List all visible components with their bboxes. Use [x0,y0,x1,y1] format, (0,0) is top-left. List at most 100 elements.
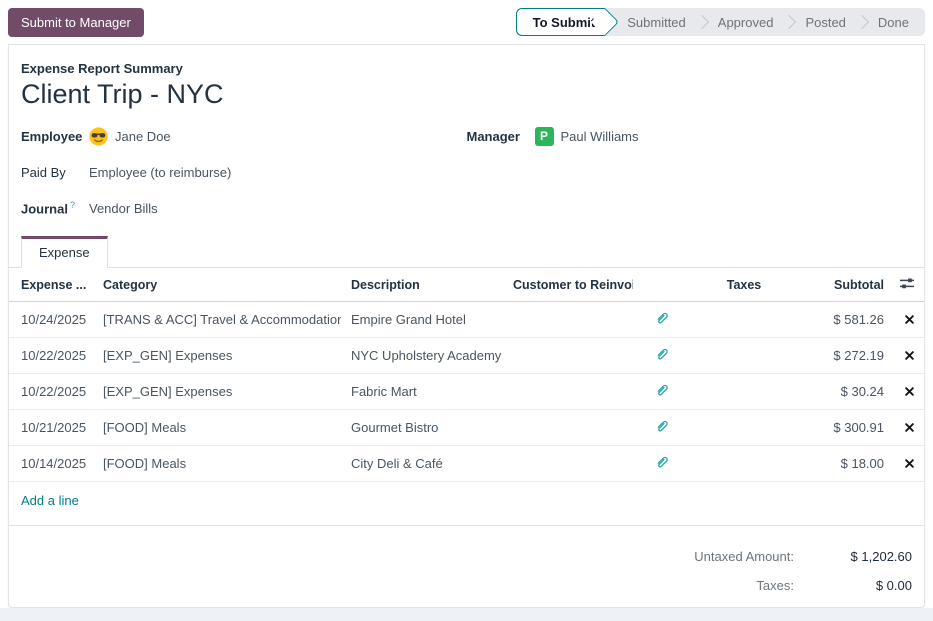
cell-description[interactable]: City Deli & Café [341,446,503,482]
cell-taxes[interactable] [689,338,799,374]
statusbar: To Submit Submitted Approved Posted Done [516,8,925,36]
cell-attachment [633,374,689,410]
table-row[interactable]: 10/14/2025 [FOOD] Meals City Deli & Café… [9,446,924,482]
field-paid-by: Paid By Employee (to reimburse) [21,162,467,182]
notebook-tabs: Expense [9,236,924,268]
add-line-row: Add a line [9,482,924,519]
employee-label: Employee [21,129,89,144]
cell-category[interactable]: [FOOD] Meals [93,410,341,446]
optional-columns-icon[interactable] [900,277,914,290]
paperclip-icon[interactable] [655,419,668,433]
expense-table-body: 10/24/2025 [TRANS & ACC] Travel & Accomm… [9,302,924,482]
col-header-expense-date[interactable]: Expense ... [9,268,93,302]
page-title[interactable]: Client Trip - NYC [21,79,912,110]
col-header-category[interactable]: Category [93,268,341,302]
delete-row-icon[interactable] [905,387,914,396]
taxes-value: $ 0.00 [794,571,912,600]
status-step-posted[interactable]: Posted [789,8,861,36]
status-step-label: Posted [805,15,845,30]
col-header-customer[interactable]: Customer to Reinvoice [503,268,633,302]
cell-description[interactable]: NYC Upholstery Academy [341,338,503,374]
field-manager: Manager P Paul Williams [467,126,913,146]
submit-to-manager-button[interactable]: Submit to Manager [8,8,144,37]
status-step-label: Done [878,15,909,30]
cell-customer[interactable] [503,338,633,374]
status-step-submitted[interactable]: Submitted [605,8,702,36]
col-header-settings [894,268,924,302]
paid-by-label: Paid By [21,165,89,180]
cell-customer[interactable] [503,302,633,338]
cell-expense-date[interactable]: 10/21/2025 [9,410,93,446]
cell-delete [894,338,924,374]
paperclip-icon[interactable] [655,311,668,325]
status-step-to-submit[interactable]: To Submit [516,8,606,36]
status-step-label: Approved [718,15,774,30]
cell-attachment [633,410,689,446]
status-step-done[interactable]: Done [862,8,925,36]
status-step-approved[interactable]: Approved [702,8,790,36]
employee-avatar [89,127,108,146]
cell-category[interactable]: [FOOD] Meals [93,446,341,482]
cell-taxes[interactable] [689,446,799,482]
cell-taxes[interactable] [689,410,799,446]
tab-expense[interactable]: Expense [21,236,108,268]
cell-subtotal[interactable]: $ 581.26 [799,302,894,338]
status-step-label: To Submit [533,15,596,30]
cell-subtotal[interactable]: $ 18.00 [799,446,894,482]
col-header-description[interactable]: Description [341,268,503,302]
cell-category[interactable]: [EXP_GEN] Expenses [93,338,341,374]
cell-customer[interactable] [503,446,633,482]
cell-taxes[interactable] [689,302,799,338]
field-employee: Employee Jane Doe [21,126,467,146]
journal-value[interactable]: Vendor Bills [89,201,158,216]
cell-attachment [633,338,689,374]
field-grid: Employee Jane Doe [21,126,912,234]
table-row[interactable]: 10/24/2025 [TRANS & ACC] Travel & Accomm… [9,302,924,338]
cell-expense-date[interactable]: 10/24/2025 [9,302,93,338]
cell-description[interactable]: Gourmet Bistro [341,410,503,446]
cell-expense-date[interactable]: 10/14/2025 [9,446,93,482]
cell-description[interactable]: Empire Grand Hotel [341,302,503,338]
manager-label: Manager [467,129,535,144]
table-row[interactable]: 10/22/2025 [EXP_GEN] Expenses NYC Uphols… [9,338,924,374]
total-label: Total: [21,600,794,608]
add-line-link[interactable]: Add a line [21,493,79,508]
employee-value[interactable]: Jane Doe [115,129,171,144]
cell-expense-date[interactable]: 10/22/2025 [9,374,93,410]
paperclip-icon[interactable] [655,455,668,469]
col-header-taxes[interactable]: Taxes [689,268,799,302]
cell-subtotal[interactable]: $ 300.91 [799,410,894,446]
manager-avatar: P [535,127,554,146]
table-row[interactable]: 10/22/2025 [EXP_GEN] Expenses Fabric Mar… [9,374,924,410]
cell-category[interactable]: [TRANS & ACC] Travel & Accommodation [93,302,341,338]
cell-attachment [633,302,689,338]
delete-row-icon[interactable] [905,423,914,432]
cell-customer[interactable] [503,410,633,446]
paperclip-icon[interactable] [655,347,668,361]
cell-attachment [633,446,689,482]
status-step-label: Submitted [627,15,686,30]
delete-row-icon[interactable] [905,459,914,468]
cell-category[interactable]: [EXP_GEN] Expenses [93,374,341,410]
paperclip-icon[interactable] [655,383,668,397]
cell-customer[interactable] [503,374,633,410]
delete-row-icon[interactable] [905,351,914,360]
journal-label: Journal? [21,200,89,216]
table-header-row: Expense ... Category Description Custome… [9,268,924,302]
field-journal: Journal? Vendor Bills [21,198,467,218]
expense-table: Expense ... Category Description Custome… [9,268,924,518]
cell-delete [894,446,924,482]
form-sheet: Expense Report Summary Client Trip - NYC… [8,44,925,608]
cell-expense-date[interactable]: 10/22/2025 [9,338,93,374]
col-header-attachment [633,268,689,302]
help-icon[interactable]: ? [70,200,75,210]
cell-subtotal[interactable]: $ 30.24 [799,374,894,410]
cell-taxes[interactable] [689,374,799,410]
col-header-subtotal[interactable]: Subtotal [799,268,894,302]
manager-value[interactable]: Paul Williams [561,129,639,144]
cell-subtotal[interactable]: $ 272.19 [799,338,894,374]
table-row[interactable]: 10/21/2025 [FOOD] Meals Gourmet Bistro $… [9,410,924,446]
delete-row-icon[interactable] [905,315,914,324]
cell-description[interactable]: Fabric Mart [341,374,503,410]
paid-by-value[interactable]: Employee (to reimburse) [89,165,231,180]
